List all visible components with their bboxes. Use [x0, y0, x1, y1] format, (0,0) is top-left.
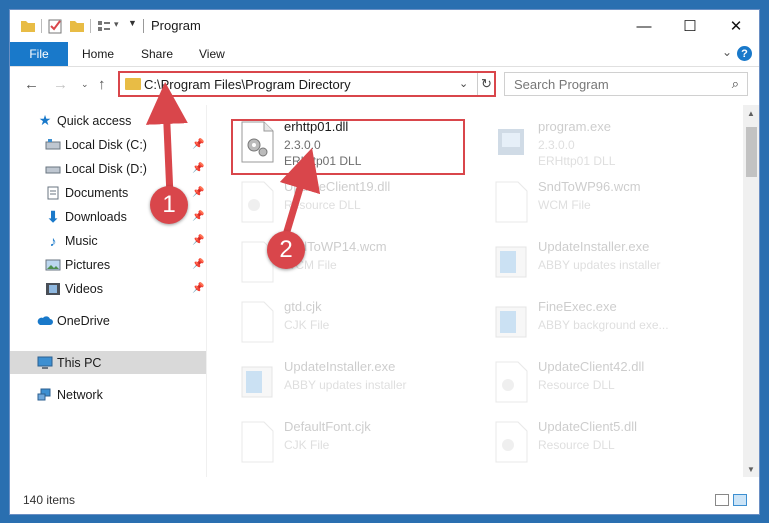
- callout-step-2: 2: [267, 231, 305, 269]
- arrow-to-dll-file: [279, 147, 321, 240]
- arrow-to-address-bar: [145, 82, 188, 197]
- callout-step-1: 1: [150, 186, 188, 224]
- annotation-arrows: [145, 82, 321, 240]
